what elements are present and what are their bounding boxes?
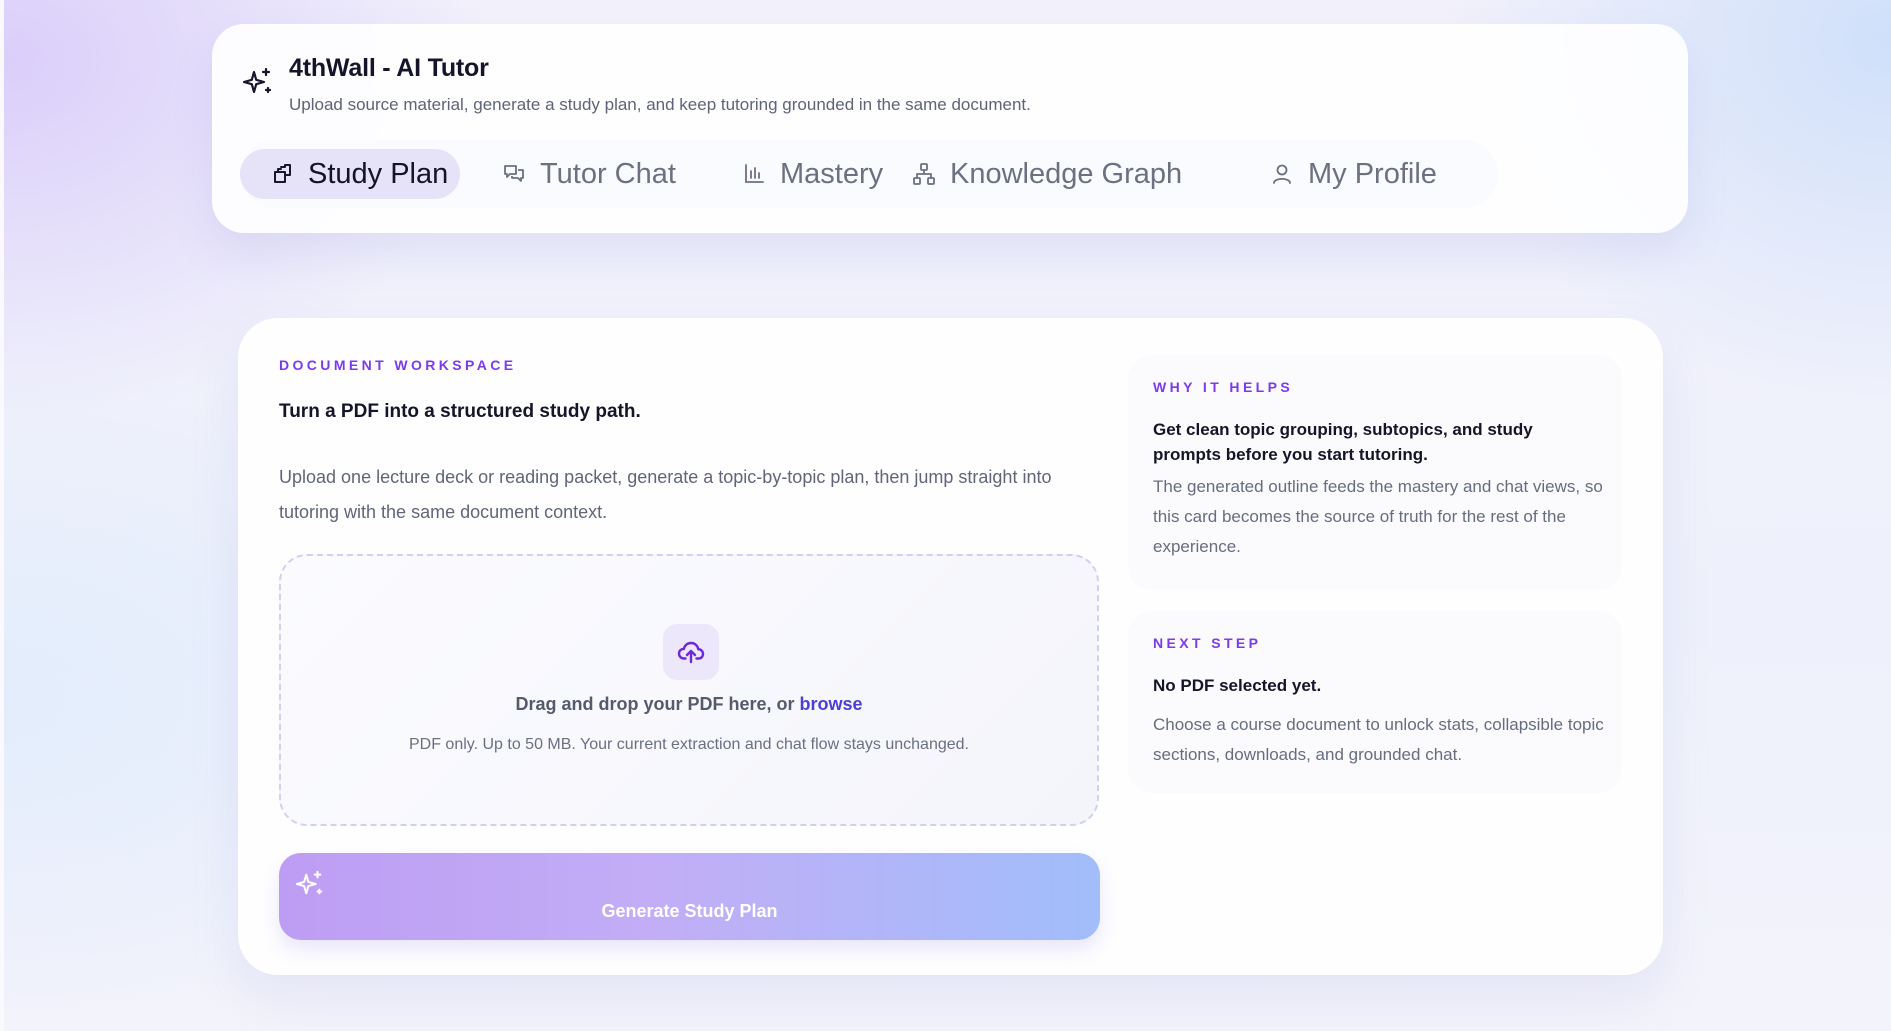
cloud-upload-icon (677, 641, 705, 664)
workspace-description: Upload one lecture deck or reading packe… (279, 467, 1052, 522)
tab-label: Tutor Chat (540, 157, 676, 190)
window-edge (0, 0, 4, 1031)
dropzone-prompt-text: Drag and drop your PDF here, or (515, 694, 800, 714)
tab-my-profile[interactable]: My Profile (1270, 149, 1437, 199)
generate-study-plan-button[interactable]: Generate Study Plan (279, 853, 1100, 940)
next-eyebrow: NEXT STEP (1153, 635, 1262, 651)
network-icon (913, 163, 935, 185)
dropzone-hint: PDF only. Up to 50 MB. Your current extr… (408, 736, 969, 753)
tab-label: Study Plan (308, 157, 449, 190)
why-eyebrow: WHY IT HELPS (1153, 379, 1294, 395)
app-subtitle: Upload source material, generate a study… (289, 95, 1031, 114)
main-nav: Study Plan Tutor Chat Mastery Knowledge … (240, 140, 1498, 208)
next-step-card: NEXT STEP No PDF selected yet. Choose a … (1128, 611, 1622, 793)
next-description: Choose a course document to unlock stats… (1153, 715, 1604, 764)
why-title: Get clean topic grouping, subtopics, and… (1153, 420, 1533, 464)
tab-mastery[interactable]: Mastery (742, 149, 883, 199)
next-title: No PDF selected yet. (1153, 676, 1322, 695)
why-it-helps-card: WHY IT HELPS Get clean topic grouping, s… (1128, 355, 1622, 590)
app-header: 4thWall - AI Tutor Upload source materia… (212, 24, 1688, 233)
tab-tutor-chat[interactable]: Tutor Chat (502, 149, 676, 199)
chat-icon (504, 165, 524, 182)
workspace-eyebrow: DOCUMENT WORKSPACE (279, 357, 517, 373)
study-plan-icon (274, 164, 291, 183)
tab-label: My Profile (1308, 157, 1437, 190)
dropzone-prompt: Drag and drop your PDF here, or browse (281, 694, 1097, 715)
workspace-title: Turn a PDF into a structured study path. (279, 401, 641, 422)
tab-knowledge-graph[interactable]: Knowledge Graph (912, 149, 1182, 199)
app-title: 4thWall - AI Tutor (289, 54, 489, 82)
document-workspace-card: DOCUMENT WORKSPACE Turn a PDF into a str… (238, 318, 1663, 975)
bar-chart-icon (745, 164, 764, 183)
why-description: The generated outline feeds the mastery … (1153, 477, 1603, 556)
upload-icon-box (663, 624, 719, 680)
tab-study-plan[interactable]: Study Plan (240, 149, 461, 199)
tab-label: Knowledge Graph (950, 157, 1183, 190)
user-icon (1273, 164, 1291, 184)
tab-label: Mastery (780, 157, 884, 190)
pdf-dropzone[interactable]: Drag and drop your PDF here, or browse P… (279, 554, 1099, 826)
sparkles-icon (242, 67, 272, 94)
browse-link[interactable]: browse (800, 694, 863, 714)
sparkles-icon (295, 870, 323, 895)
generate-button-label: Generate Study Plan (601, 901, 778, 921)
